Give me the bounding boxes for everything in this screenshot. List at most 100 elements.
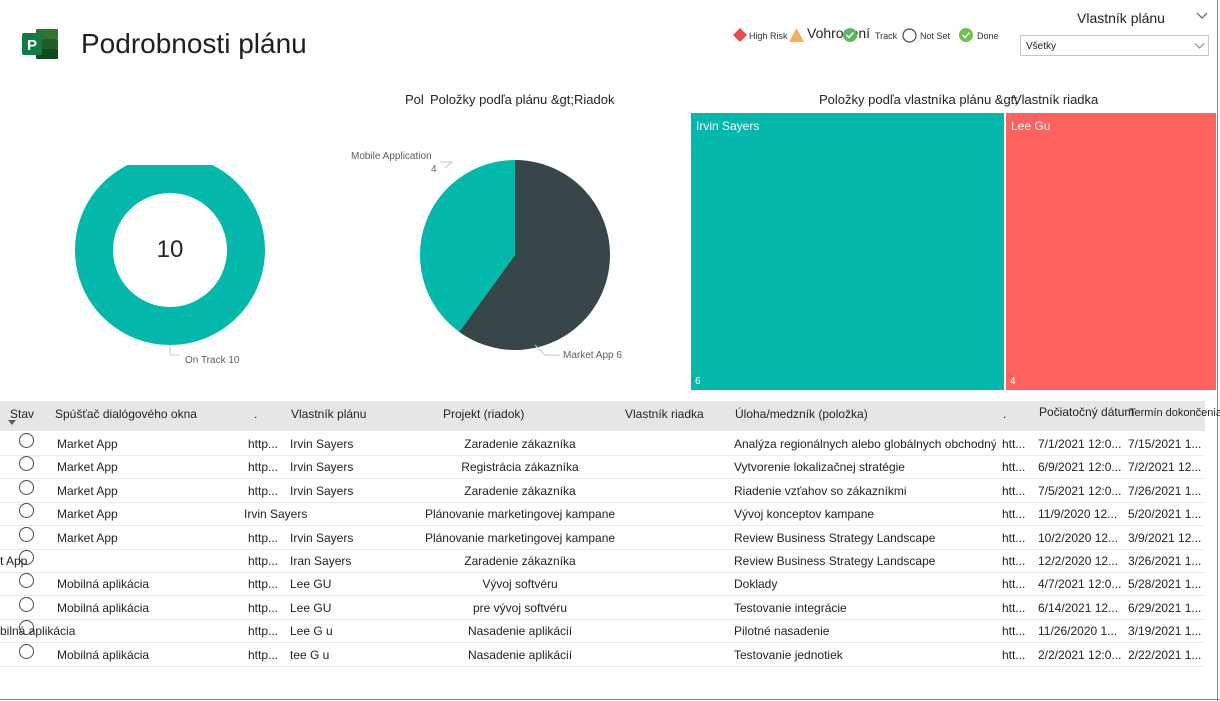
donut-chart[interactable] xyxy=(60,165,290,380)
column-header-owner[interactable]: Vlastník plánu xyxy=(291,407,366,421)
column-header-end[interactable]: Termín dokončenia xyxy=(1129,407,1220,419)
column-header-project[interactable]: Projekt (riadok) xyxy=(443,407,524,421)
treemap-tile-label: Lee Gu xyxy=(1011,119,1051,133)
status-not-set-icon[interactable] xyxy=(19,479,34,495)
table-cell-link2[interactable]: htt... xyxy=(1002,624,1032,638)
table-row[interactable]: Market App Irvin Sayers Plánovanie marketi… xyxy=(0,502,1205,527)
triangle-icon xyxy=(789,28,804,42)
treemap-tile[interactable]: Irvin Sayers 6 xyxy=(691,113,1004,390)
status-not-set-icon[interactable] xyxy=(19,456,34,472)
treemap-tile-value: 4 xyxy=(1010,376,1016,387)
treemap-tile[interactable]: Lee Gu 4 xyxy=(1006,113,1216,390)
chevron-down-icon[interactable] xyxy=(1194,40,1205,51)
pie-chart-title-text: Položky podľa plánu &gt; xyxy=(430,92,574,107)
column-header-task[interactable]: Úloha/medzník (položka) xyxy=(735,407,868,421)
table-cell-link2[interactable]: htt... xyxy=(1002,577,1032,591)
table-cell-link[interactable]: http... xyxy=(248,437,284,451)
table-cell-start: 11/9/2020 12... xyxy=(1038,507,1118,522)
status-not-set-icon[interactable] xyxy=(19,573,34,589)
table-cell-owner: Iran Sayers xyxy=(290,554,352,568)
status-not-set-icon[interactable] xyxy=(19,433,34,448)
table-cell-start: 11/26/2020 1... xyxy=(1038,624,1118,639)
table-row[interactable]: Mobilná aplikácia http... Lee GU pre vývoj … xyxy=(0,596,1205,620)
empty-circle-icon xyxy=(902,28,917,43)
table-cell-task: Review Business Strategy Landscape xyxy=(734,530,936,545)
table-cell-owner: Irvin Sayers xyxy=(290,460,354,475)
table-cell-launcher: Market App xyxy=(57,483,118,498)
table-row[interactable]: Mobilná aplikácia http... tee G u Nasadenie… xyxy=(0,643,1205,667)
table-row[interactable]: Mobilná aplikácia http... Lee GU Vývoj soft… xyxy=(0,572,1205,597)
table-cell-task: Vytvorenie lokalizačnej stratégie xyxy=(734,460,905,475)
table-cell-link[interactable]: http... xyxy=(248,577,284,591)
table-cell-link[interactable]: Irvin Sayers xyxy=(244,507,334,521)
table-cell-link2[interactable]: htt... xyxy=(1002,601,1032,615)
table-cell-project: Plánovanie marketingovej kampane xyxy=(424,507,616,522)
table-cell-end: 7/15/2021 1... xyxy=(1128,437,1202,451)
status-not-set-icon[interactable] xyxy=(19,596,34,612)
table-cell-project: Zaradenie zákazníka xyxy=(464,437,576,451)
table-cell-start: 6/9/2021 12:0... xyxy=(1038,460,1122,475)
table-row[interactable]: Market App http... Irvin Sayers Zaradenie z… xyxy=(0,479,1205,503)
table-cell-task: Riadenie vzťahov so zákazníkmi xyxy=(734,483,907,498)
svg-text:P: P xyxy=(27,37,37,54)
table-cell-link[interactable]: http... xyxy=(248,624,284,638)
table-cell-link2[interactable]: htt... xyxy=(1002,484,1032,498)
table-cell-link[interactable]: http... xyxy=(248,554,284,568)
slicer-selected-value: Všetky xyxy=(1026,41,1057,52)
table-cell-start: 10/2/2020 12... xyxy=(1038,530,1119,545)
table-cell-task: Testovanie jednotiek xyxy=(734,647,843,662)
legend-label: Track xyxy=(875,31,898,41)
table-row[interactable]: bilná aplikácia http... Lee G u Nasadenie a… xyxy=(0,619,1205,644)
table-cell-end: 7/26/2021 1... xyxy=(1128,483,1202,498)
table-cell-project: pre vývoj softvéru xyxy=(472,600,568,615)
chevron-down-icon[interactable] xyxy=(1196,9,1208,21)
table-cell-launcher: t App xyxy=(0,554,28,568)
table-cell-link[interactable]: http... xyxy=(248,460,284,474)
table-cell-link2[interactable]: htt... xyxy=(1002,531,1032,545)
column-header-stav[interactable]: Stav xyxy=(10,407,34,421)
table-cell-task: Testovanie integrácie xyxy=(734,600,847,615)
sort-descending-icon[interactable] xyxy=(8,420,16,425)
table-row[interactable]: t App http... Iran Sayers Zaradenie zákazní… xyxy=(0,549,1205,573)
table-cell-launcher: Mobilná aplikácia xyxy=(57,600,150,615)
column-header-launcher[interactable]: Spúšťač dialógového okna xyxy=(55,407,197,421)
slicer-title: Vlastník plánu xyxy=(1077,10,1165,26)
diamond-icon xyxy=(733,28,747,42)
table-cell-link2[interactable]: htt... xyxy=(1002,648,1032,662)
table-cell-link2[interactable]: htt... xyxy=(1002,437,1032,451)
table-row[interactable]: Market App http... Irvin Sayers Zaradenie z… xyxy=(0,432,1205,456)
table-cell-launcher: Market App xyxy=(57,530,118,545)
donut-center-value: 10 xyxy=(156,236,184,263)
status-not-set-icon[interactable] xyxy=(19,643,34,659)
project-logo-icon: P xyxy=(22,29,58,59)
status-not-set-icon[interactable] xyxy=(19,503,34,519)
table-row[interactable]: Market App http... Irvin Sayers Plánovanie … xyxy=(0,526,1205,550)
table-cell-link2[interactable]: htt... xyxy=(1002,460,1032,474)
treemap-title: Položky podľa vlastníka plánu &gt; xyxy=(819,92,1018,107)
table-cell-link2[interactable]: htt... xyxy=(1002,507,1032,521)
status-not-set-icon[interactable] xyxy=(19,526,34,542)
table-cell-project: Nasadenie aplikácií xyxy=(467,647,573,662)
pie-chart[interactable] xyxy=(340,140,640,370)
column-header-dot[interactable]: . xyxy=(254,407,257,421)
table-cell-link[interactable]: http... xyxy=(248,648,284,662)
check-circle-icon xyxy=(959,28,973,42)
table-cell-start: 4/7/2021 12:0... xyxy=(1038,577,1122,592)
table-cell-project: Zaradenie zákazníka xyxy=(464,554,576,568)
treemap-chart[interactable]: Irvin Sayers 6 Lee Gu 4 xyxy=(691,113,1216,390)
table-cell-link[interactable]: http... xyxy=(248,484,284,498)
table-cell-project: Plánovanie marketingovej kampane xyxy=(424,530,616,545)
treemap-tile-value: 6 xyxy=(695,376,701,387)
table-cell-owner: Lee G u xyxy=(290,624,333,639)
table-cell-launcher: bilná aplikácia xyxy=(0,624,76,639)
table-cell-owner: Irvin Sayers xyxy=(290,437,354,451)
table-cell-link[interactable]: http... xyxy=(248,601,284,615)
table-cell-link2[interactable]: htt... xyxy=(1002,554,1032,568)
table-row[interactable]: Market App http... Irvin Sayers Registrácia… xyxy=(0,455,1205,480)
column-header-row-owner[interactable]: Vlastník riadka xyxy=(625,407,704,421)
page-title: Podrobnosti plánu xyxy=(81,28,307,59)
column-header-dot[interactable]: . xyxy=(1003,407,1006,421)
table-cell-link[interactable]: http... xyxy=(248,531,284,545)
table-cell-owner: tee G u xyxy=(290,647,330,662)
column-header-start[interactable]: Počiatočný dátum xyxy=(1039,405,1134,419)
